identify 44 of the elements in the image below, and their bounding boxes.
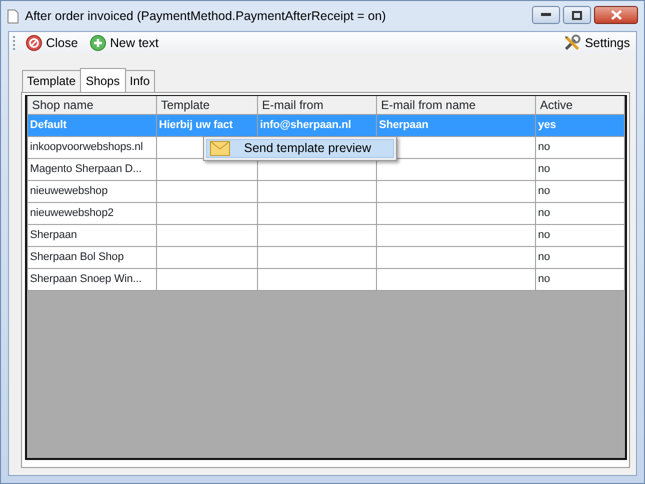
table-cell: Sherpaan Snoep Win...: [28, 268, 156, 290]
toolbar-grip: [13, 35, 16, 51]
table-cell: info@sherpaan.nl: [258, 114, 376, 136]
table-cell: no: [536, 180, 624, 202]
table-cell: yes: [536, 114, 624, 136]
close-button[interactable]: [594, 6, 638, 24]
table-cell: nieuwewebshop2: [28, 202, 156, 224]
table-cell: no: [536, 136, 624, 158]
table-cell: inkoopvoorwebshops.nl: [28, 136, 156, 158]
document-icon: [7, 8, 19, 24]
minimize-icon: [541, 13, 551, 17]
table-cell: Sherpaan: [28, 224, 156, 246]
maximize-button[interactable]: [563, 6, 591, 24]
toolbar-button[interactable]: Close: [24, 34, 80, 52]
table-cell: Magento Sherpaan D...: [28, 158, 156, 180]
toolbar-button[interactable]: New text: [88, 34, 161, 52]
column-header[interactable]: E-mail from name: [376, 96, 536, 114]
column-header[interactable]: Template: [156, 96, 258, 114]
table-cell: Sherpaan Bol Shop: [28, 246, 156, 268]
envelope-icon: [210, 141, 230, 156]
table-cell: no: [536, 246, 624, 268]
tab[interactable]: Shops: [80, 68, 126, 92]
maximize-icon: [572, 10, 582, 20]
table-cell: Sherpaan: [376, 114, 536, 136]
table-cell: Hierbij uw fact: [156, 114, 258, 136]
column-header[interactable]: Shop name: [28, 96, 156, 114]
table-cell: Default: [28, 114, 156, 136]
table-cell: no: [536, 202, 624, 224]
tab[interactable]: Info: [124, 70, 155, 92]
column-header[interactable]: Active: [536, 96, 624, 114]
settings-button[interactable]: Settings: [560, 34, 632, 52]
column-header[interactable]: E-mail from: [258, 96, 376, 114]
minimize-button[interactable]: [532, 6, 560, 24]
tools-icon: [562, 34, 581, 52]
close-icon: [26, 35, 42, 51]
menu-item[interactable]: Send template preview: [206, 139, 394, 158]
table-cell: nieuwewebshop: [28, 180, 156, 202]
window-title: After order invoiced (PaymentMethod.PaymentAfterReceipt = on): [25, 8, 386, 25]
table-cell: no: [536, 158, 624, 180]
table-cell: no: [536, 268, 624, 290]
plus-icon: [90, 35, 106, 51]
tab[interactable]: Template: [22, 70, 81, 92]
close-icon: [610, 10, 622, 20]
table-cell: no: [536, 224, 624, 246]
